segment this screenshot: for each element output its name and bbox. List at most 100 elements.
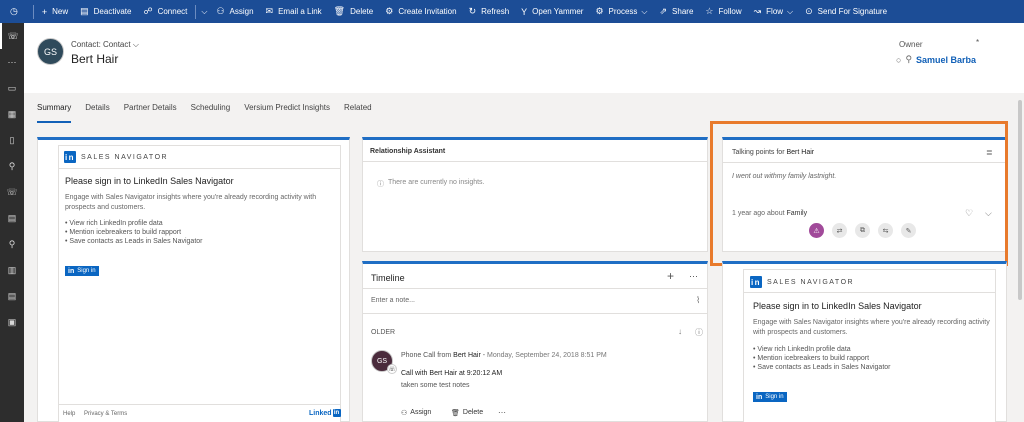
- tab-summary[interactable]: Summary: [37, 93, 72, 123]
- follow-button[interactable]: ☆ Follow: [699, 0, 747, 23]
- chevron-down-icon: ⌵: [787, 6, 794, 16]
- process-icon: ⚙: [595, 6, 604, 16]
- nav-item-page[interactable]: ▤: [0, 283, 24, 309]
- nav-item-phone[interactable]: ☏: [0, 23, 24, 49]
- new-label: New: [52, 7, 69, 16]
- highlight-frame: [710, 121, 1008, 266]
- chevron-down-icon: ⌵: [132, 40, 139, 49]
- nav-item-calls[interactable]: ☏: [0, 179, 24, 205]
- nav-item-contacts[interactable]: ⚲: [0, 153, 24, 179]
- refresh-button[interactable]: ↻ Refresh: [463, 0, 516, 23]
- create-invitation-button[interactable]: ⚙ Create Invitation: [379, 0, 462, 23]
- relationship-assistant-card: Relationship Assistant ⓘ There are curre…: [362, 137, 708, 252]
- linkedin-sign-in-button[interactable]: in Sign in: [753, 392, 787, 402]
- nav-item-template[interactable]: ▣: [0, 309, 24, 335]
- person-icon: ⚲: [8, 238, 16, 249]
- sales-navigator-header: in SALES NAVIGATOR: [750, 276, 854, 288]
- nav-item-notes[interactable]: ▦: [0, 101, 24, 127]
- nav-item-list[interactable]: ▥: [0, 257, 24, 283]
- note-input[interactable]: Enter a note...: [371, 297, 415, 304]
- tab-partner-details[interactable]: Partner Details: [124, 93, 177, 123]
- divider: [59, 404, 340, 405]
- nav-item-reports[interactable]: ▤: [0, 205, 24, 231]
- phone-icon: ☏: [6, 186, 18, 197]
- chevron-down-icon: ⌵: [201, 6, 208, 16]
- process-button[interactable]: ⚙ Process ⌵: [589, 0, 653, 23]
- refresh-icon: ↻: [468, 6, 477, 16]
- entity-type-selector[interactable]: Contact: Contact ⌵: [71, 40, 139, 50]
- page-icon: ▤: [7, 290, 17, 301]
- entry-delete-label: Delete: [462, 409, 484, 416]
- invitation-icon: ⚙: [385, 6, 394, 16]
- nav-item-more[interactable]: ⋯: [0, 49, 24, 75]
- email-link-button[interactable]: ✉ Email a Link: [260, 0, 328, 23]
- deactivate-label: Deactivate: [93, 7, 132, 16]
- divider: [59, 168, 340, 169]
- record-header: GS Contact: Contact ⌵ Bert Hair Owner * …: [24, 23, 1024, 93]
- flow-label: Flow: [766, 7, 784, 16]
- entry-from-link[interactable]: Bert Hair: [453, 352, 481, 359]
- entry-subject-name[interactable]: Bert Hair: [429, 370, 457, 377]
- list-item: View rich LinkedIn profile data: [753, 345, 890, 354]
- nav-item-docs[interactable]: ▭: [0, 75, 24, 101]
- delete-button[interactable]: 🗑 Delete: [328, 0, 380, 23]
- owner-link[interactable]: Samuel Barba: [916, 55, 976, 65]
- footer-help-link[interactable]: Help: [63, 411, 75, 417]
- sales-navigator-title: Please sign in to LinkedIn Sales Navigat…: [753, 301, 922, 311]
- more-icon[interactable]: ⋯: [689, 271, 698, 282]
- attachment-icon[interactable]: ⌇: [696, 295, 700, 306]
- assign-icon: ⚇: [401, 410, 408, 417]
- tab-scheduling[interactable]: Scheduling: [191, 93, 231, 123]
- tab-versium-predict-insights[interactable]: Versium Predict Insights: [244, 93, 330, 123]
- share-button[interactable]: ⇗ Share: [654, 0, 700, 23]
- sales-navigator-description: Engage with Sales Navigator insights whe…: [753, 319, 990, 336]
- entry-assign-button[interactable]: ⚇ Assign: [401, 409, 431, 417]
- flow-button[interactable]: ↝ Flow ⌵: [748, 0, 800, 23]
- sort-icon[interactable]: ↓: [678, 327, 682, 336]
- open-yammer-button[interactable]: Y Open Yammer: [515, 0, 589, 23]
- linkedin-sign-in-button[interactable]: in Sign in: [65, 266, 99, 276]
- follow-label: Follow: [718, 7, 742, 16]
- nav-item-files[interactable]: ▯: [0, 127, 24, 153]
- feature-list: View rich LinkedIn profile data Mention …: [753, 345, 890, 372]
- file-icon: ▯: [9, 134, 15, 145]
- connect-button[interactable]: ☍ Connect: [137, 0, 193, 23]
- add-icon[interactable]: +: [667, 269, 674, 283]
- entry-more-icon[interactable]: ⋯: [498, 408, 506, 417]
- connect-label: Connect: [157, 7, 188, 16]
- report-icon: ▤: [7, 212, 17, 223]
- send-for-signature-button[interactable]: ⊙ Send For Signature: [799, 0, 893, 23]
- delete-icon: 🗑: [333, 6, 346, 16]
- process-label: Process: [608, 7, 638, 16]
- timeline-entry-subject: Call with Bert Hair at 9:20:12 AM: [401, 370, 502, 377]
- entity-type-label: Contact: Contact: [71, 40, 131, 49]
- footer-privacy-link[interactable]: Privacy & Terms: [84, 411, 127, 417]
- share-label: Share: [672, 7, 694, 16]
- deactivate-button[interactable]: ▤ Deactivate: [74, 0, 137, 23]
- filter-icon[interactable]: ⓘ: [695, 327, 703, 338]
- list-item: View rich LinkedIn profile data: [65, 219, 202, 228]
- sign-in-label: Sign in: [765, 394, 784, 400]
- entry-subject-suffix: at 9:20:12 AM: [458, 370, 503, 377]
- connect-dropdown[interactable]: ⌵: [198, 0, 210, 23]
- clock-button[interactable]: ◷: [0, 0, 31, 23]
- deactivate-icon: ▤: [80, 6, 89, 16]
- empty-insights-text: There are currently no insights.: [388, 179, 485, 186]
- tab-details[interactable]: Details: [85, 93, 109, 123]
- new-button[interactable]: + New: [36, 0, 74, 23]
- owner-field[interactable]: ○ ⚲ Samuel Barba: [896, 54, 976, 65]
- avatar: GS: [37, 38, 64, 65]
- sales-navigator-card: in SALES NAVIGATOR Please sign in to Lin…: [37, 137, 350, 422]
- list-item: Mention icebreakers to build rapport: [753, 354, 890, 363]
- assign-button[interactable]: ⚇ Assign: [210, 0, 259, 23]
- scrollbar-thumb[interactable]: [1018, 100, 1022, 300]
- entry-delete-button[interactable]: 🗑 Delete: [451, 409, 483, 417]
- connect-icon: ☍: [143, 6, 153, 16]
- linkedin-icon: in: [332, 409, 341, 417]
- document-icon: ▭: [7, 82, 17, 93]
- page-title: Bert Hair: [71, 52, 119, 66]
- sales-navigator-brand: SALES NAVIGATOR: [767, 278, 855, 286]
- tab-related[interactable]: Related: [344, 93, 372, 123]
- nav-item-users[interactable]: ⚲: [0, 231, 24, 257]
- send-for-signature-label: Send For Signature: [817, 7, 888, 16]
